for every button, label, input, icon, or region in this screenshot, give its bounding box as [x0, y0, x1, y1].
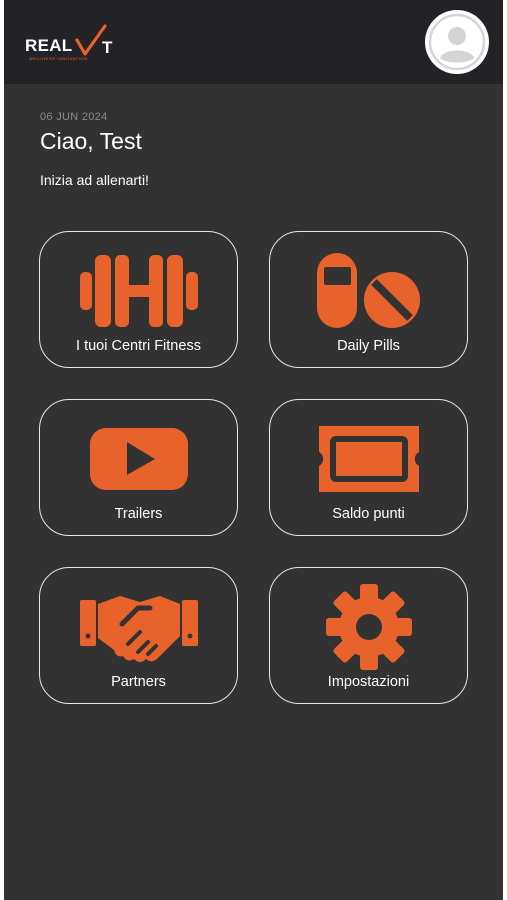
dumbbell-icon — [79, 255, 198, 327]
tile-label: Trailers — [114, 506, 163, 522]
tile-trailers[interactable]: Trailers — [39, 399, 238, 536]
greeting-title: Ciao, Test — [40, 128, 142, 154]
user-avatar-button[interactable] — [425, 10, 489, 74]
app-header: REAL T WELLNESS INNOVATION — [4, 0, 503, 84]
tile-settings[interactable]: Impostazioni — [269, 567, 468, 704]
play-icon — [89, 428, 188, 490]
logo-vt-mark: T — [75, 24, 113, 56]
pills-icon — [316, 253, 420, 328]
tile-points-balance[interactable]: Saldo punti — [269, 399, 468, 536]
user-avatar-icon — [429, 14, 485, 70]
tile-label: I tuoi Centri Fitness — [76, 338, 201, 354]
svg-text:T: T — [102, 38, 113, 56]
tile-daily-pills[interactable]: Daily Pills — [269, 231, 468, 368]
handshake-icon — [79, 596, 198, 662]
logo-tagline: WELLNESS INNOVATION — [29, 56, 88, 61]
current-date: 06 JUN 2024 — [40, 111, 108, 123]
tile-label: Impostazioni — [327, 674, 410, 690]
tile-label: Partners — [111, 674, 166, 690]
tile-partners[interactable]: Partners — [39, 567, 238, 704]
ticket-icon — [318, 426, 419, 492]
tile-fitness-centers[interactable]: I tuoi Centri Fitness — [39, 231, 238, 368]
tile-label: Daily Pills — [337, 338, 400, 354]
brand-logo[interactable]: REAL T WELLNESS INNOVATION — [25, 22, 115, 64]
app-screen: REAL T WELLNESS INNOVATION 06 JUN 2024 C… — [4, 0, 503, 900]
greeting-subtitle: Inizia ad allenarti! — [40, 172, 149, 188]
logo-text: REAL — [25, 36, 73, 55]
tile-label: Saldo punti — [332, 506, 405, 522]
gear-icon — [325, 584, 412, 670]
